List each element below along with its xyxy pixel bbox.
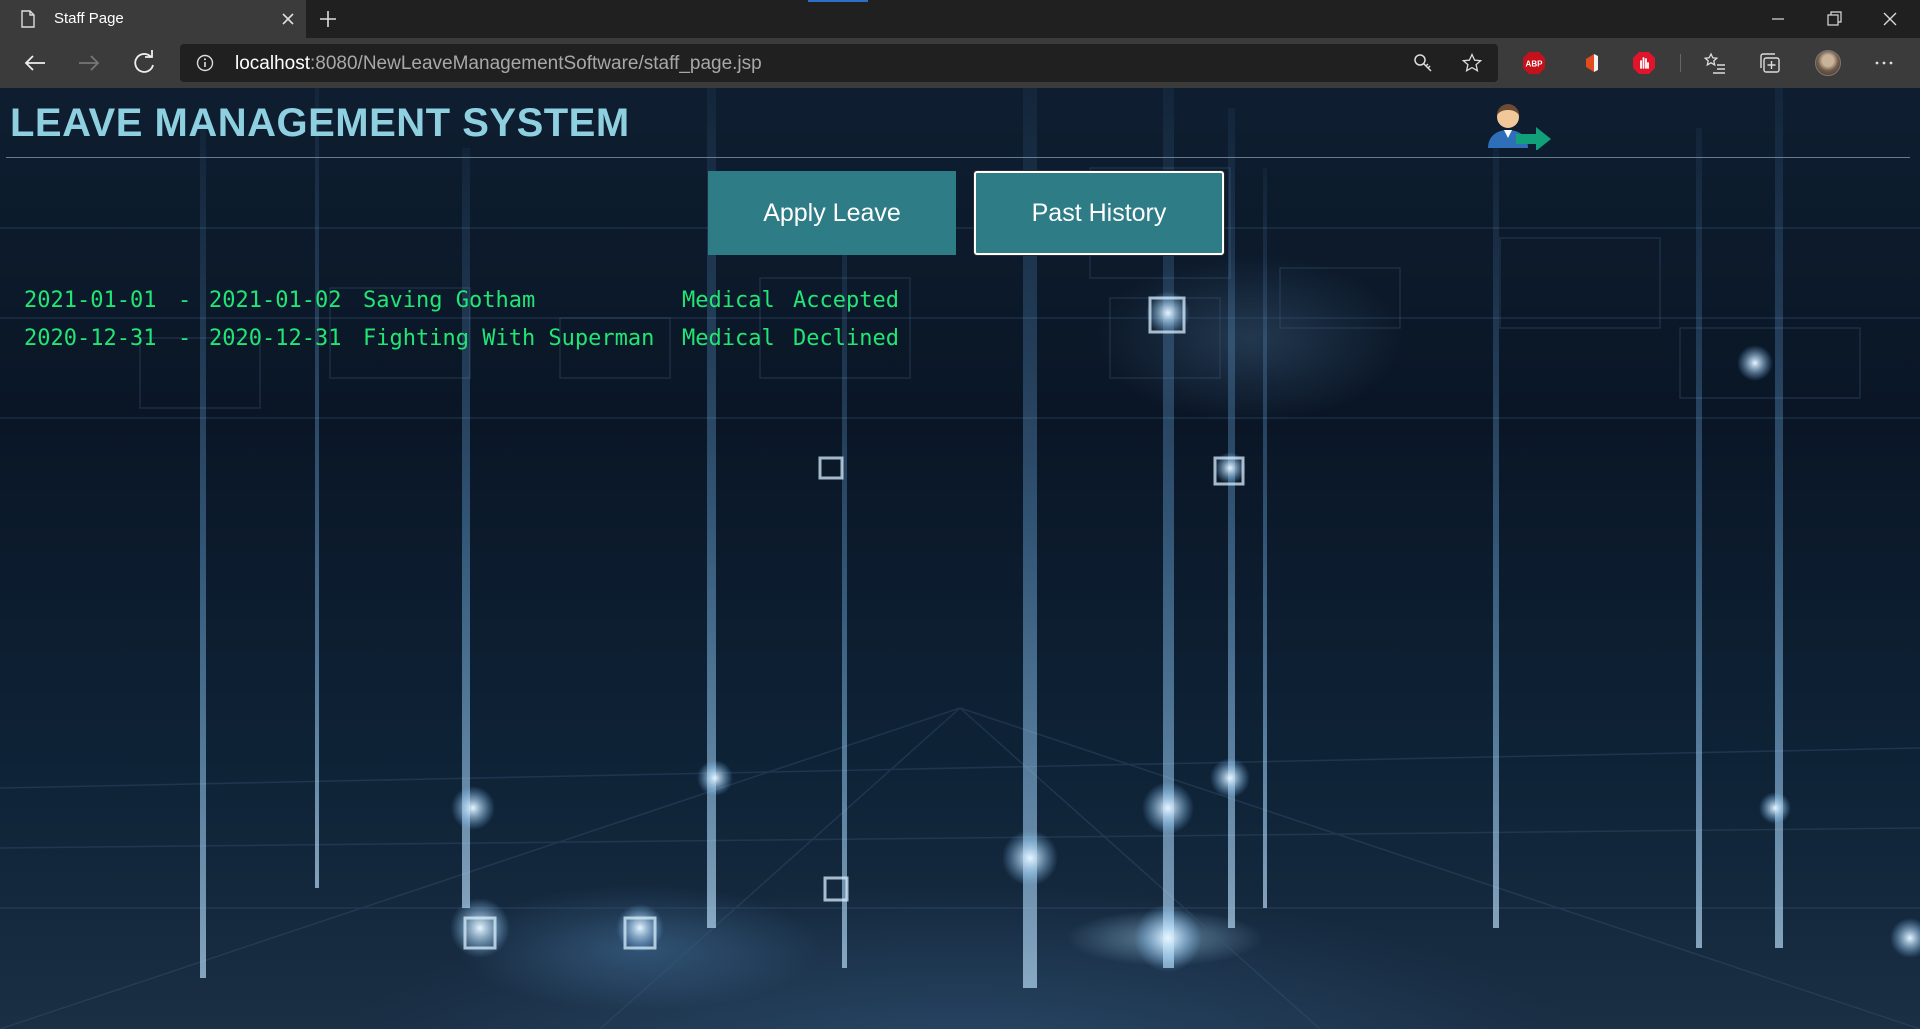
list-item: 2020-12-31 - 2020-12-31 Fighting With Su… bbox=[24, 326, 899, 364]
digital-background-art bbox=[0, 88, 1920, 1029]
new-tab-plus-icon[interactable] bbox=[317, 8, 339, 30]
url-text[interactable]: localhost:8080/NewLeaveManagementSoftwar… bbox=[235, 53, 762, 75]
leave-status: Accepted bbox=[793, 288, 899, 313]
leave-reason: Saving Gotham bbox=[363, 288, 536, 313]
browser-toolbar: localhost:8080/NewLeaveManagementSoftwar… bbox=[0, 38, 1920, 88]
forward-arrow-icon[interactable] bbox=[73, 47, 105, 79]
browser-tab[interactable]: Staff Page bbox=[0, 0, 306, 38]
tab-strip: Staff Page bbox=[0, 0, 1920, 38]
address-bar[interactable]: localhost:8080/NewLeaveManagementSoftwar… bbox=[180, 44, 1498, 82]
leave-status: Declined bbox=[793, 326, 899, 351]
leave-start-date: 2021-01-01 bbox=[24, 288, 157, 313]
stop-hand-icon[interactable] bbox=[1632, 51, 1656, 75]
leave-type: Medical bbox=[682, 288, 775, 313]
restore-icon[interactable] bbox=[1806, 0, 1862, 38]
adblock-plus-icon[interactable]: ABP bbox=[1522, 51, 1546, 75]
apply-leave-button[interactable]: Apply Leave bbox=[708, 171, 956, 255]
more-menu-icon[interactable] bbox=[1872, 51, 1896, 75]
close-window-icon[interactable] bbox=[1862, 0, 1918, 38]
favorite-star-icon[interactable] bbox=[1462, 53, 1482, 73]
collections-icon[interactable] bbox=[1758, 51, 1782, 75]
leave-type: Medical bbox=[682, 326, 775, 351]
minimize-icon[interactable] bbox=[1750, 0, 1806, 38]
toolbar-divider bbox=[1680, 54, 1681, 72]
svg-text:ABP: ABP bbox=[1526, 60, 1544, 69]
ms-extension-icon[interactable] bbox=[1580, 51, 1604, 75]
logout-icon[interactable] bbox=[1478, 102, 1553, 150]
leave-reason: Fighting With Superman bbox=[363, 326, 655, 351]
page-background: LEAVE MANAGEMENT SYSTEM Apply Leave Past… bbox=[0, 88, 1920, 1029]
leave-end-date: 2021-01-02 bbox=[209, 288, 342, 313]
reload-icon[interactable] bbox=[128, 47, 160, 79]
leave-start-date: 2020-12-31 bbox=[24, 326, 157, 351]
list-item: 2021-01-01 - 2021-01-02 Saving Gotham Me… bbox=[24, 288, 899, 326]
date-separator: - bbox=[178, 326, 192, 351]
tab-title: Staff Page bbox=[54, 10, 124, 27]
favorites-list-icon[interactable] bbox=[1703, 51, 1727, 75]
leave-end-date: 2020-12-31 bbox=[209, 326, 342, 351]
url-path: :8080/NewLeaveManagementSoftware/staff_p… bbox=[310, 53, 762, 74]
header-divider bbox=[6, 157, 1910, 158]
profile-avatar[interactable] bbox=[1815, 50, 1841, 76]
date-separator: - bbox=[178, 288, 192, 313]
url-host: localhost bbox=[235, 53, 310, 74]
tab-strip-indicator bbox=[808, 0, 868, 2]
page-icon bbox=[21, 10, 35, 28]
past-history-button[interactable]: Past History bbox=[974, 171, 1224, 255]
leave-records-list: 2021-01-01 - 2021-01-02 Saving Gotham Me… bbox=[24, 288, 899, 364]
back-arrow-icon[interactable] bbox=[19, 47, 51, 79]
key-icon[interactable] bbox=[1413, 53, 1433, 73]
close-tab-icon[interactable] bbox=[278, 9, 298, 29]
info-icon[interactable] bbox=[196, 54, 214, 72]
page-title: LEAVE MANAGEMENT SYSTEM bbox=[10, 101, 630, 145]
